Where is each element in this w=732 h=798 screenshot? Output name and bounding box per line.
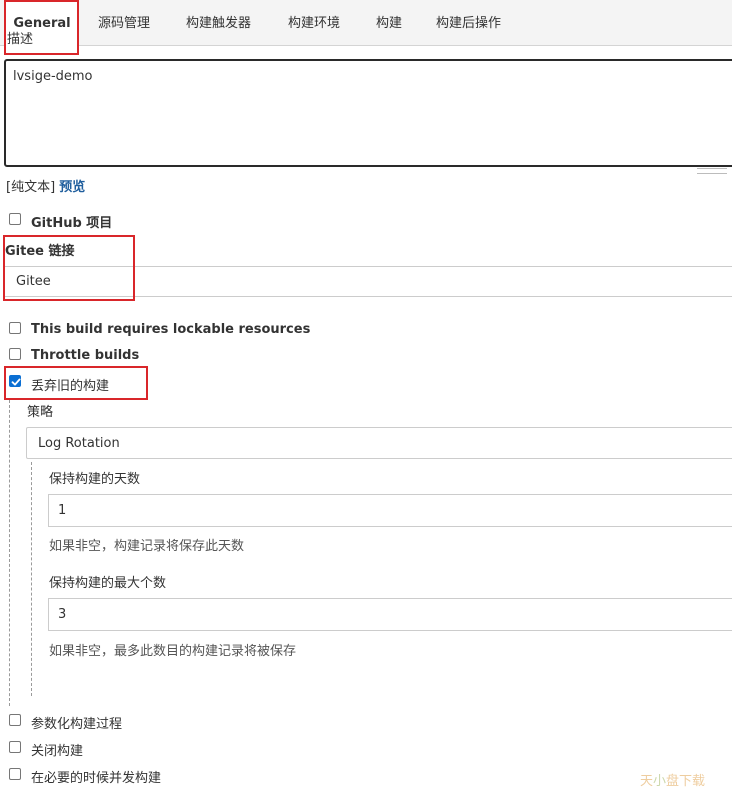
gitee-link-label: Gitee 链接	[5, 244, 75, 259]
throttle-builds-label: Throttle builds	[31, 348, 140, 363]
strategy-label: 策略	[27, 405, 54, 420]
log-rotation-section-guide	[31, 462, 32, 696]
days-to-keep-input[interactable]: 1	[48, 494, 732, 527]
discard-section-guide	[9, 400, 10, 706]
lockable-resources-label: This build requires lockable resources	[31, 322, 311, 337]
gitee-connection-input[interactable]: Gitee	[4, 266, 732, 297]
github-project-label: GitHub 项目	[31, 216, 113, 231]
tab-bar: General 源码管理 构建触发器 构建环境 构建 构建后操作	[0, 0, 732, 46]
concurrent-build-label: 在必要的时候并发构建	[31, 771, 162, 786]
concurrent-build-checkbox[interactable]	[9, 768, 21, 780]
max-builds-help: 如果非空，最多此数目的构建记录将被保存	[49, 644, 297, 659]
description-format-line: [纯文本] 预览	[6, 176, 85, 195]
days-to-keep-label: 保持构建的天数	[49, 472, 141, 487]
parameterized-build-checkbox[interactable]	[9, 714, 21, 726]
disable-build-checkbox[interactable]	[9, 741, 21, 753]
parameterized-build-label: 参数化构建过程	[31, 717, 123, 732]
discard-old-builds-label: 丢弃旧的构建	[31, 379, 110, 394]
preview-link[interactable]: 预览	[59, 180, 85, 195]
days-to-keep-value: 1	[58, 503, 67, 518]
tab-post-build[interactable]: 构建后操作	[436, 0, 501, 45]
max-builds-value: 3	[58, 607, 67, 622]
disable-build-label: 关闭构建	[31, 744, 84, 759]
description-textarea[interactable]: lvsige-demo	[4, 59, 732, 167]
discard-old-builds-checkbox[interactable]	[9, 375, 21, 387]
max-builds-label: 保持构建的最大个数	[49, 576, 167, 591]
lockable-resources-checkbox[interactable]	[9, 322, 21, 334]
throttle-builds-checkbox[interactable]	[9, 348, 21, 360]
textarea-resize-handle[interactable]	[697, 168, 727, 174]
max-builds-input[interactable]: 3	[48, 598, 732, 631]
description-label: 描述	[7, 32, 34, 45]
tab-source-control[interactable]: 源码管理	[98, 0, 150, 45]
github-project-checkbox[interactable]	[9, 213, 21, 225]
plain-text-label: [纯文本]	[6, 180, 56, 195]
days-to-keep-help: 如果非空，构建记录将保存此天数	[49, 539, 245, 554]
gitee-connection-value: Gitee	[16, 274, 51, 289]
tab-build-triggers[interactable]: 构建触发器	[186, 0, 251, 45]
strategy-select[interactable]: Log Rotation	[26, 427, 732, 459]
site-watermark: 天小盘下载	[640, 774, 706, 789]
tab-build-environment[interactable]: 构建环境	[288, 0, 340, 45]
tab-build[interactable]: 构建	[376, 0, 402, 45]
checkmark-icon	[11, 378, 21, 386]
strategy-select-value: Log Rotation	[38, 435, 120, 451]
